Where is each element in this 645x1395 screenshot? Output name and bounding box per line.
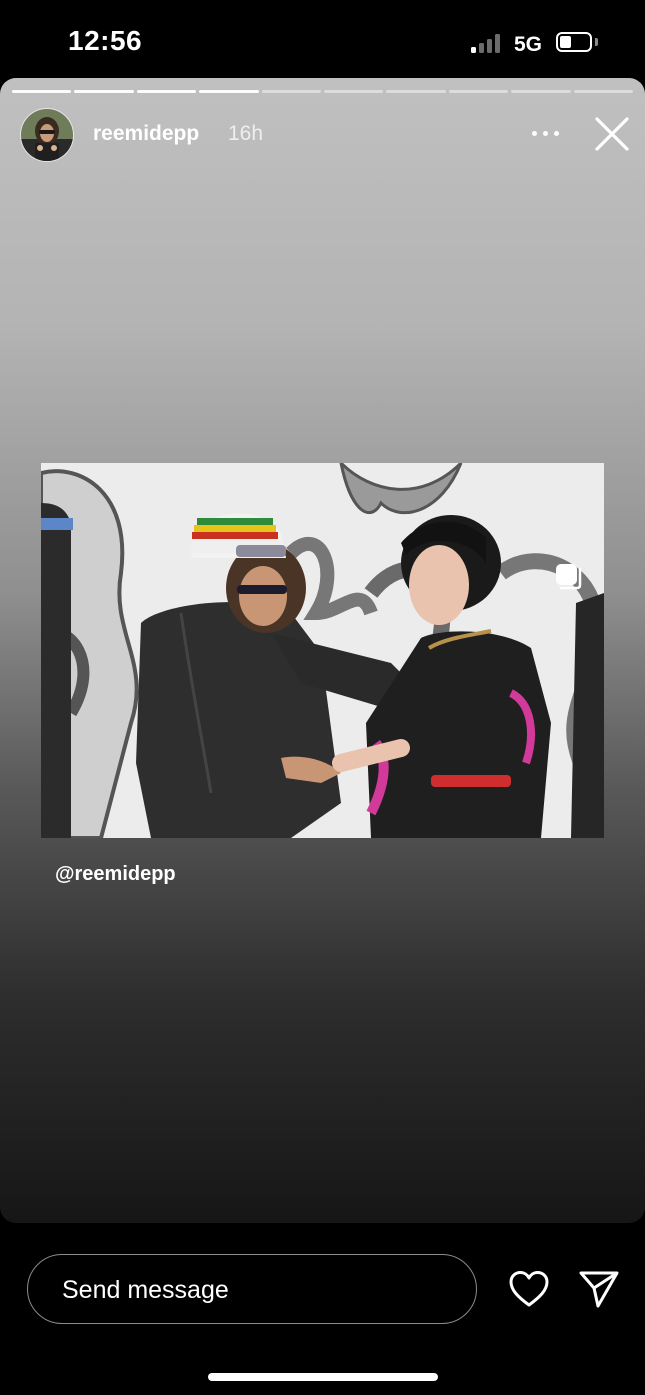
close-icon [595,117,629,151]
battery-cap [595,38,598,46]
story-time: 16h [228,122,264,145]
paper-plane-icon [579,1271,619,1308]
shared-post-image [41,463,604,838]
progress-segment [448,90,509,93]
send-message-placeholder: Send message [62,1276,229,1304]
progress-segment [573,90,634,93]
more-options-button[interactable] [528,126,564,140]
signal-strength-icon [471,33,505,53]
like-button[interactable] [508,1270,550,1308]
progress-segment [386,90,446,93]
reply-bar: Send message [0,1223,645,1395]
avatar-image [21,109,73,161]
story-username[interactable]: reemidepp [93,122,199,146]
multiple-posts-icon [553,561,583,591]
share-button[interactable] [578,1269,620,1309]
progress-segment [511,90,571,93]
story-photo[interactable] [41,463,604,838]
progress-segment [136,90,197,93]
progress-segment [199,90,259,93]
progress-segment [324,90,384,93]
status-bar: 12:56 5G [0,0,645,80]
story-progress-bar [12,90,634,94]
progress-segment [74,90,134,93]
battery-icon [556,32,592,52]
progress-segment [261,90,322,93]
status-time: 12:56 [68,25,143,56]
close-button[interactable] [592,114,632,154]
send-message-input[interactable]: Send message [27,1254,477,1324]
avatar[interactable] [20,108,74,162]
heart-icon [509,1271,549,1307]
network-type: 5G [514,33,543,56]
story-viewer[interactable]: reemidepp 16h @reemidepp [0,78,645,1223]
progress-segment [12,90,72,93]
mention-sticker[interactable]: @reemidepp [55,863,176,886]
home-indicator[interactable] [208,1373,438,1381]
